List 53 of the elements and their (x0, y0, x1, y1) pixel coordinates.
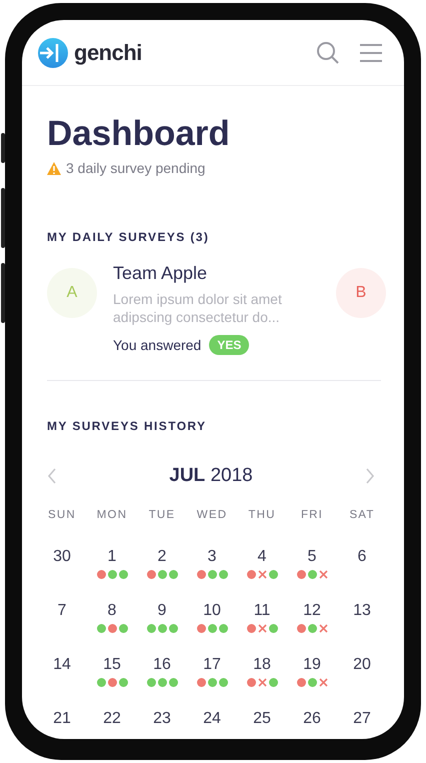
weekday-label: MON (96, 509, 128, 523)
pending-notice: 3 daily survey pending (66, 160, 206, 176)
calendar-day[interactable]: 1 (108, 547, 116, 567)
calendar-day[interactable]: 13 (353, 601, 371, 621)
calendar-day[interactable]: 8 (108, 601, 116, 621)
calendar-day[interactable]: 24 (203, 709, 221, 729)
calendar-day[interactable]: 5 (308, 547, 316, 567)
chevron-right-icon[interactable] (364, 468, 375, 484)
warning-icon (47, 162, 61, 174)
survey-title[interactable]: Team Apple (113, 262, 321, 284)
menu-icon[interactable] (360, 42, 382, 62)
search-icon[interactable] (316, 40, 340, 64)
calendar-day[interactable]: 17 (203, 655, 221, 675)
survey-description: Lorem ipsum dolor sit amet adipscing consectetur do... (113, 290, 283, 326)
avatar: B (336, 268, 386, 318)
calendar-day[interactable]: 21 (53, 709, 71, 729)
calendar-day[interactable]: 11 (254, 601, 270, 621)
page-title: Dashboard (47, 114, 231, 154)
answer-badge: YES (209, 335, 250, 355)
calendar-day[interactable]: 4 (258, 547, 266, 567)
logo-icon[interactable] (38, 38, 68, 68)
calendar-day[interactable]: 14 (53, 655, 71, 675)
calendar-day[interactable]: 23 (153, 709, 171, 729)
calendar-day[interactable]: 2 (158, 547, 166, 567)
calendar-day[interactable]: 27 (353, 709, 371, 729)
calendar-day[interactable]: 20 (353, 655, 371, 675)
calendar-day[interactable]: 7 (58, 601, 66, 621)
calendar-day[interactable]: 19 (303, 655, 321, 675)
calendar-day[interactable]: 6 (358, 547, 366, 567)
chevron-left-icon[interactable] (47, 468, 57, 484)
weekday-label: SAT (348, 509, 376, 523)
calendar-day[interactable]: 16 (153, 655, 171, 675)
calendar-day[interactable]: 15 (103, 655, 121, 675)
month-label: JUL 2018 (169, 465, 253, 487)
weekday-label: FRI (300, 509, 324, 523)
calendar-day[interactable]: 18 (253, 655, 271, 675)
answer-label: You answered (113, 337, 202, 353)
calendar-day[interactable]: 22 (103, 709, 121, 729)
calendar-day[interactable]: 10 (203, 601, 221, 621)
weekday-label: THU (247, 509, 277, 523)
calendar-day[interactable]: 25 (253, 709, 271, 729)
calendar-day[interactable]: 30 (53, 547, 71, 567)
section-heading: MY DAILY SURVEYS (3) (47, 230, 210, 244)
calendar-day[interactable]: 3 (208, 547, 216, 567)
calendar-day[interactable]: 9 (158, 601, 166, 621)
weekday-label: WED (196, 509, 228, 523)
section-heading: MY SURVEYS HISTORY (47, 419, 208, 433)
app-name: genchi (74, 40, 142, 66)
weekday-label: TUE (148, 509, 176, 523)
calendar-day[interactable]: 26 (303, 709, 321, 729)
avatar: A (47, 268, 97, 318)
calendar-day[interactable]: 12 (303, 601, 321, 621)
weekday-label: SUN (47, 509, 77, 523)
